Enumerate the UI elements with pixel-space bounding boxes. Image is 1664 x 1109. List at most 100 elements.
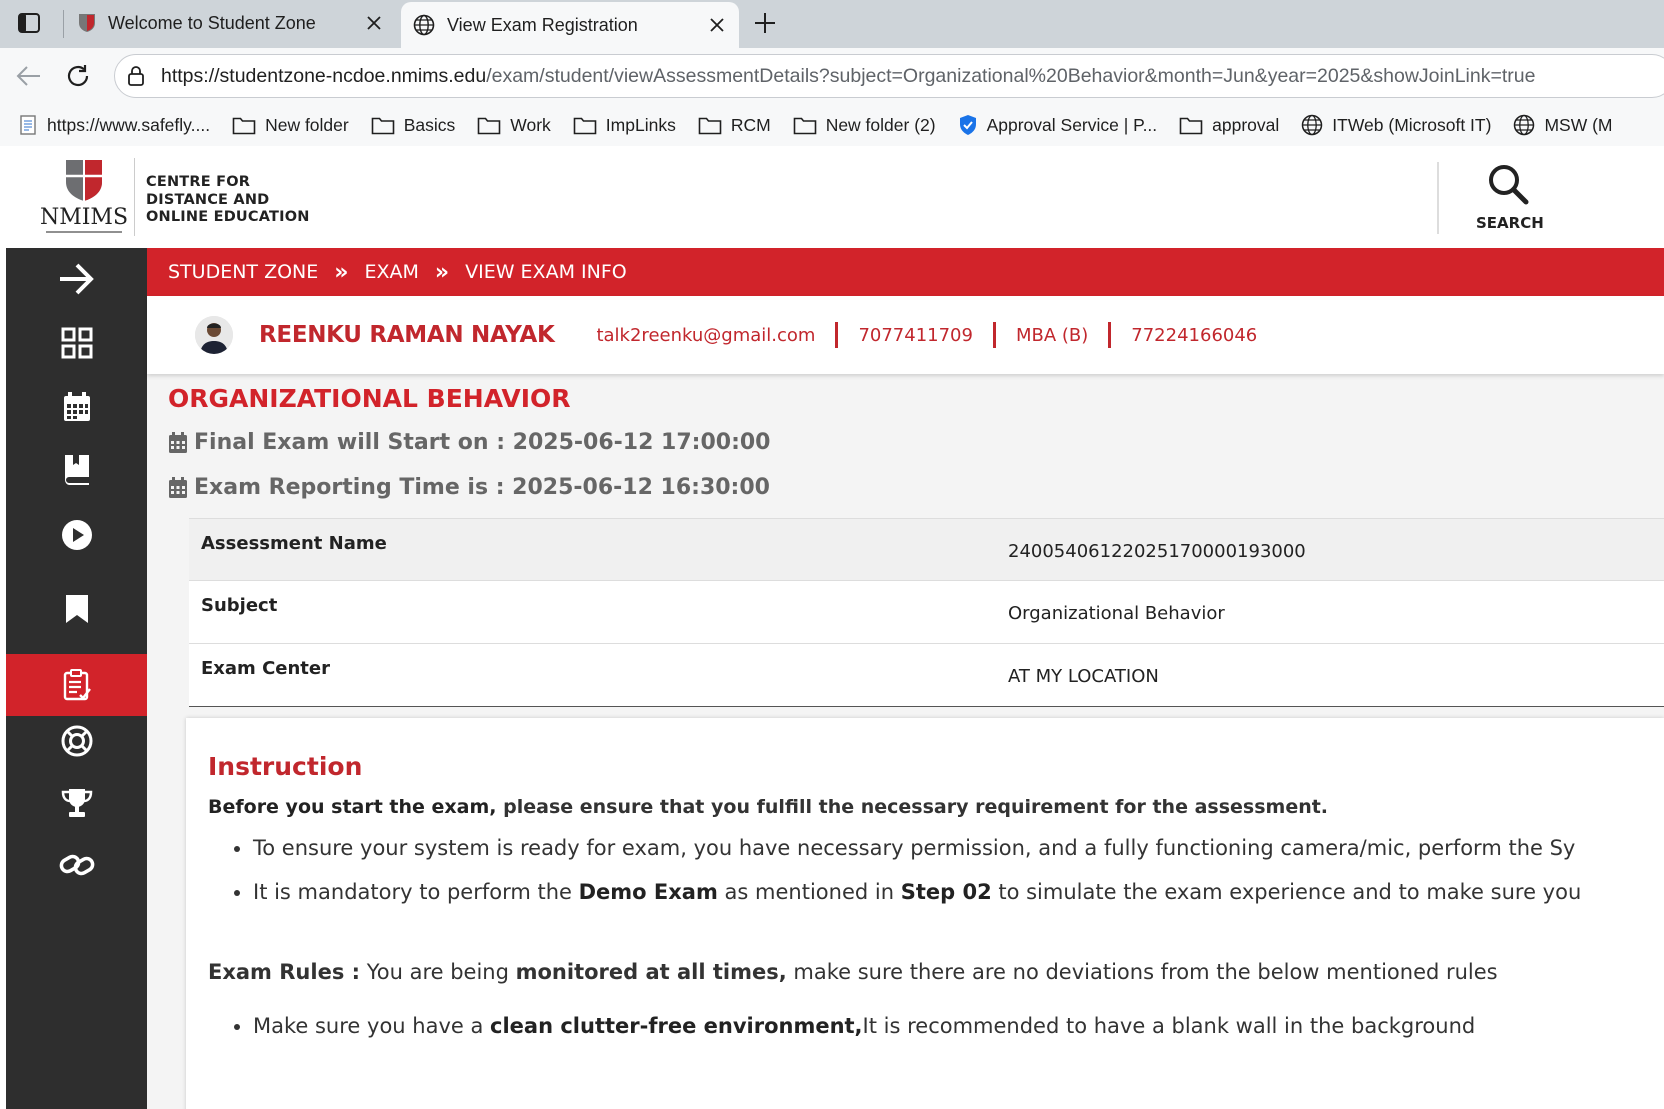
bookmark-item[interactable]: RCM <box>698 115 771 136</box>
lead-bold: Before you start the exam, <box>208 796 497 818</box>
bookmark-icon <box>65 595 88 623</box>
table-row: Exam Center AT MY LOCATION <box>189 643 1664 706</box>
logo-caption-line: ONLINE EDUCATION <box>146 209 310 225</box>
breadcrumb-separator: » <box>334 259 349 285</box>
instructions-title: Instruction <box>208 752 363 781</box>
bookmark-item[interactable]: MSW (M <box>1513 114 1612 136</box>
student-name: REENKU RAMAN NAYAK <box>259 322 555 348</box>
url-path: /exam/student/viewAssessmentDetails?subj… <box>486 64 1536 87</box>
tab-actions-icon[interactable] <box>14 10 44 36</box>
bullet-text: To ensure your system is ready for exam,… <box>253 836 1576 860</box>
bookmark-item[interactable]: New folder (2) <box>793 115 936 136</box>
trophy-icon <box>61 789 92 817</box>
search-button[interactable]: SEARCH <box>1476 162 1544 238</box>
folder-icon <box>573 117 597 135</box>
sidebar-item-calendar[interactable] <box>6 376 147 438</box>
sidebar-item-links[interactable] <box>6 834 147 896</box>
sidebar-item-videos[interactable] <box>6 504 147 566</box>
close-tab-icon[interactable] <box>703 11 731 39</box>
logo-caption-line: DISTANCE AND <box>146 191 270 208</box>
bullet-text: to simulate the exam experience and to m… <box>991 880 1582 904</box>
bookmark-item[interactable]: approval <box>1179 115 1279 136</box>
list-item: It is mandatory to perform the Demo Exam… <box>253 880 1581 904</box>
bullet-bold: Step 02 <box>900 880 992 904</box>
sidebar-item-expand[interactable] <box>6 248 147 310</box>
table-row: Assessment Name 240054061220251700001930… <box>189 518 1664 580</box>
bookmark-label: MSW (M <box>1544 114 1613 135</box>
tab-student-zone[interactable]: Welcome to Student Zone <box>66 0 396 46</box>
sidebar-item-bookmarks[interactable] <box>6 578 147 640</box>
grid-icon <box>61 327 92 359</box>
exam-details-table: Assessment Name 240054061220251700001930… <box>189 518 1664 707</box>
nmims-logo[interactable]: NMIMS <box>36 156 132 240</box>
divider <box>835 322 839 348</box>
student-profile-strip: REENKU RAMAN NAYAK talk2reenku@gmail.com… <box>147 296 1664 374</box>
rules-bold: monitored at all times, <box>515 960 787 984</box>
bookmark-label: New folder <box>265 114 349 135</box>
avatar <box>195 316 233 354</box>
student-id: 77224166046 <box>1131 324 1258 346</box>
tab-view-exam-registration[interactable]: View Exam Registration <box>401 2 739 48</box>
site-info-lock-icon[interactable] <box>127 66 145 86</box>
browser-tab-bar: Welcome to Student Zone View Exam Regist… <box>0 0 1664 48</box>
book-icon <box>64 455 89 485</box>
calendar-icon <box>169 476 187 498</box>
arrow-right-icon <box>59 263 94 295</box>
table-row: Subject Organizational Behavior <box>189 580 1664 643</box>
subject-title: ORGANIZATIONAL BEHAVIOR <box>168 384 571 413</box>
breadcrumb: STUDENT ZONE » EXAM » VIEW EXAM INFO <box>147 248 1664 296</box>
sidebar-item-library[interactable] <box>6 438 147 500</box>
new-tab-button[interactable] <box>750 8 780 38</box>
url-field[interactable]: https://studentzone-ncdoe.nmims.edu/exam… <box>114 54 1664 98</box>
bookmark-item[interactable]: ITWeb (Microsoft IT) <box>1301 114 1491 136</box>
sidebar-item-achievements[interactable] <box>6 772 147 834</box>
bookmark-item[interactable]: ImpLinks <box>573 115 676 136</box>
rule-text: It is recommended to have a blank wall i… <box>862 1014 1476 1038</box>
shield-check-icon <box>959 115 976 135</box>
close-tab-icon[interactable] <box>360 9 388 37</box>
logo-divider <box>134 158 135 236</box>
globe-icon <box>1514 114 1535 136</box>
folder-icon <box>793 117 816 135</box>
bookmark-item[interactable]: Work <box>477 115 551 136</box>
sidebar-item-exam[interactable] <box>6 654 147 716</box>
breadcrumb-item-view-exam-info: VIEW EXAM INFO <box>465 261 627 283</box>
lifebuoy-icon <box>61 725 92 757</box>
refresh-button[interactable] <box>62 60 94 92</box>
back-button[interactable] <box>12 60 44 92</box>
instructions-card: Instruction Before you start the exam, p… <box>186 718 1664 1109</box>
detail-label: Assessment Name <box>201 533 387 554</box>
calendar-icon <box>169 431 187 453</box>
sidebar-item-support[interactable] <box>6 710 147 772</box>
logo-caption: CENTRE FOR DISTANCE AND ONLINE EDUCATION <box>146 174 310 227</box>
detail-label: Exam Center <box>201 658 330 679</box>
header-divider <box>1437 162 1439 234</box>
exam-checklist-icon <box>63 669 91 701</box>
address-bar-row: https://studentzone-ncdoe.nmims.edu/exam… <box>0 48 1664 104</box>
detail-label: Subject <box>201 595 278 616</box>
divider <box>1108 322 1112 348</box>
link-icon <box>59 854 94 876</box>
bookmark-label: https://www.safefly.... <box>47 114 211 135</box>
globe-icon <box>413 14 435 36</box>
bookmark-item[interactable]: Approval Service | P... <box>958 114 1157 136</box>
rules-list: Make sure you have a clean clutter-free … <box>208 1014 1475 1058</box>
rules-text: make sure there are no deviations from t… <box>786 960 1498 984</box>
back-arrow-icon <box>16 66 40 86</box>
breadcrumb-item-student-zone[interactable]: STUDENT ZONE <box>168 261 318 283</box>
tab-title: Welcome to Student Zone <box>108 12 316 33</box>
breadcrumb-item-exam[interactable]: EXAM <box>364 261 418 283</box>
url-host: https://studentzone-ncdoe.nmims.edu <box>161 64 487 87</box>
exam-start-text: Final Exam will Start on : 2025-06-12 17… <box>194 430 771 455</box>
divider <box>992 322 996 348</box>
sidebar-item-dashboard[interactable] <box>6 312 147 374</box>
lead-rest: please ensure that you fulfill the neces… <box>496 796 1329 818</box>
bullet-text: as mentioned in <box>717 880 901 904</box>
rule-text: Make sure you have a <box>253 1014 491 1038</box>
bookmark-item[interactable]: https://www.safefly.... <box>18 114 210 136</box>
logo-wordmark: NMIMS <box>40 205 128 230</box>
play-icon <box>61 520 92 550</box>
logo-caption-line: CENTRE FOR <box>146 174 251 190</box>
bookmark-item[interactable]: Basics <box>371 115 455 136</box>
bookmark-item[interactable]: New folder <box>232 115 349 136</box>
